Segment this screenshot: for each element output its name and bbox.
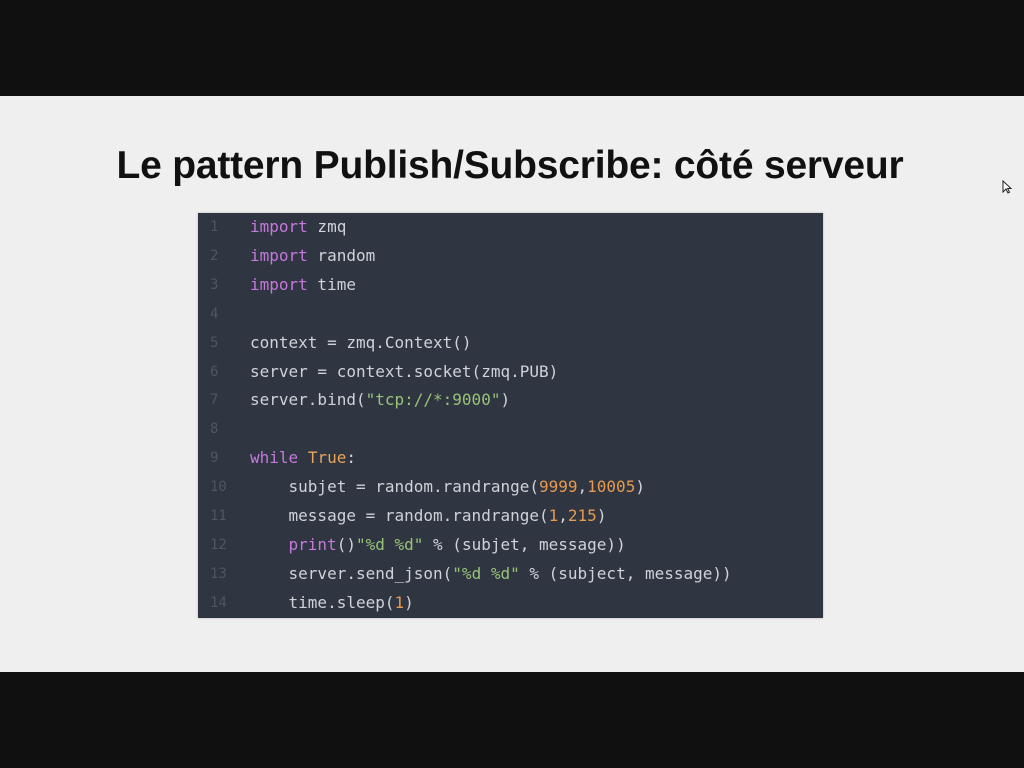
code-line: 14 time.sleep(1) (198, 589, 823, 617)
code-token: , (558, 506, 568, 525)
code-token: , (577, 477, 588, 497)
mouse-cursor-icon (1002, 180, 1012, 194)
code-token: % (subject, message)) (519, 563, 732, 583)
code-line: 3 import time (198, 271, 823, 299)
code-text: server.send_json("%d %d" % (subject, mes… (250, 560, 732, 588)
code-token: random (307, 245, 376, 265)
line-number: 9 (210, 450, 219, 467)
line-number: 5 (210, 334, 219, 351)
line-number: 7 (210, 392, 219, 409)
line-number: 14 (210, 594, 227, 611)
code-token: % (subjet, message)) (423, 534, 626, 554)
code-token: "tcp://*:9000" (365, 390, 501, 410)
code-line: 2 import random (198, 242, 823, 270)
line-number: 6 (210, 363, 219, 380)
code-token: 215 (567, 506, 597, 525)
line-number: 8 (210, 421, 219, 438)
code-line: 8 (198, 415, 823, 443)
presentation-slide: Le pattern Publish/Subscribe: côté serve… (0, 96, 1024, 672)
code-token: () (336, 534, 356, 554)
code-token: while (250, 448, 299, 468)
line-number: 2 (210, 247, 219, 264)
code-token: 10005 (587, 477, 636, 497)
code-token: ) (404, 592, 414, 612)
code-text: import random (250, 242, 375, 270)
code-line: 11 message = random.randrange(1,215) (198, 502, 823, 530)
code-line: 13 server.send_json("%d %d" % (subject, … (198, 560, 823, 588)
code-line: 1 import zmq (198, 213, 823, 241)
line-number: 10 (210, 479, 227, 496)
slide-title: Le pattern Publish/Subscribe: côté serve… (116, 144, 904, 187)
line-number: 11 (210, 508, 227, 524)
code-token: time.sleep( (250, 592, 395, 612)
code-text: server = context.socket(zmq.PUB) (250, 358, 558, 386)
code-text: print()"%d %d" % (subjet, message)) (250, 531, 626, 559)
code-token: server.send_json( (250, 563, 453, 583)
code-token: 9999 (538, 477, 578, 497)
code-token: True (307, 448, 347, 468)
code-token: ) (635, 477, 645, 497)
code-token: : (346, 448, 356, 468)
code-text: subjet = random.randrange(9999,10005) (250, 473, 645, 501)
code-token: message = random.randrange( (250, 506, 549, 525)
code-line: 7 server.bind("tcp://*:9000") (198, 386, 823, 414)
code-token: zmq (307, 217, 347, 236)
code-token: server = context.socket(zmq.PUB) (250, 361, 559, 381)
code-token: import (250, 274, 308, 294)
code-block: 1 import zmq 2 import random 3 import time 4 5 c… (198, 213, 823, 618)
line-number: 12 (210, 536, 227, 553)
code-token: print (288, 534, 337, 554)
code-line: 4 (198, 300, 823, 328)
code-token: ) (596, 506, 607, 525)
code-text: while True: (250, 444, 356, 472)
line-number: 1 (210, 219, 219, 235)
letterbox-top (0, 0, 1024, 96)
code-text: time.sleep(1) (250, 589, 414, 617)
code-line: 10 subjet = random.randrange(9999,10005) (198, 473, 823, 501)
code-token: 1 (394, 592, 405, 612)
letterbox-bottom (0, 672, 1024, 768)
code-line: 5 context = zmq.Context() (198, 329, 823, 357)
line-number: 13 (210, 565, 227, 582)
code-text: server.bind("tcp://*:9000") (250, 386, 510, 414)
code-line: 9 while True: (198, 444, 823, 472)
code-text: import time (250, 271, 356, 299)
code-token: 1 (548, 506, 559, 525)
code-text: import zmq (250, 213, 346, 241)
code-token: time (307, 274, 356, 294)
code-text: context = zmq.Context() (250, 329, 472, 357)
code-token: ) (500, 390, 511, 410)
code-token: import (250, 245, 308, 265)
code-text: message = random.randrange(1,215) (250, 502, 607, 530)
line-number: 4 (210, 305, 219, 322)
code-line: 6 server = context.socket(zmq.PUB) (198, 358, 823, 386)
code-token: "%d %d" (355, 534, 424, 554)
code-token: context = zmq.Context() (250, 332, 472, 352)
code-line: 12 print()"%d %d" % (subjet, message)) (198, 531, 823, 559)
code-token: import (250, 217, 308, 236)
code-token: "%d %d" (452, 563, 520, 583)
code-token: subjet = random.randrange( (250, 477, 539, 497)
line-number: 3 (210, 276, 219, 293)
code-token: server.bind( (250, 390, 366, 410)
